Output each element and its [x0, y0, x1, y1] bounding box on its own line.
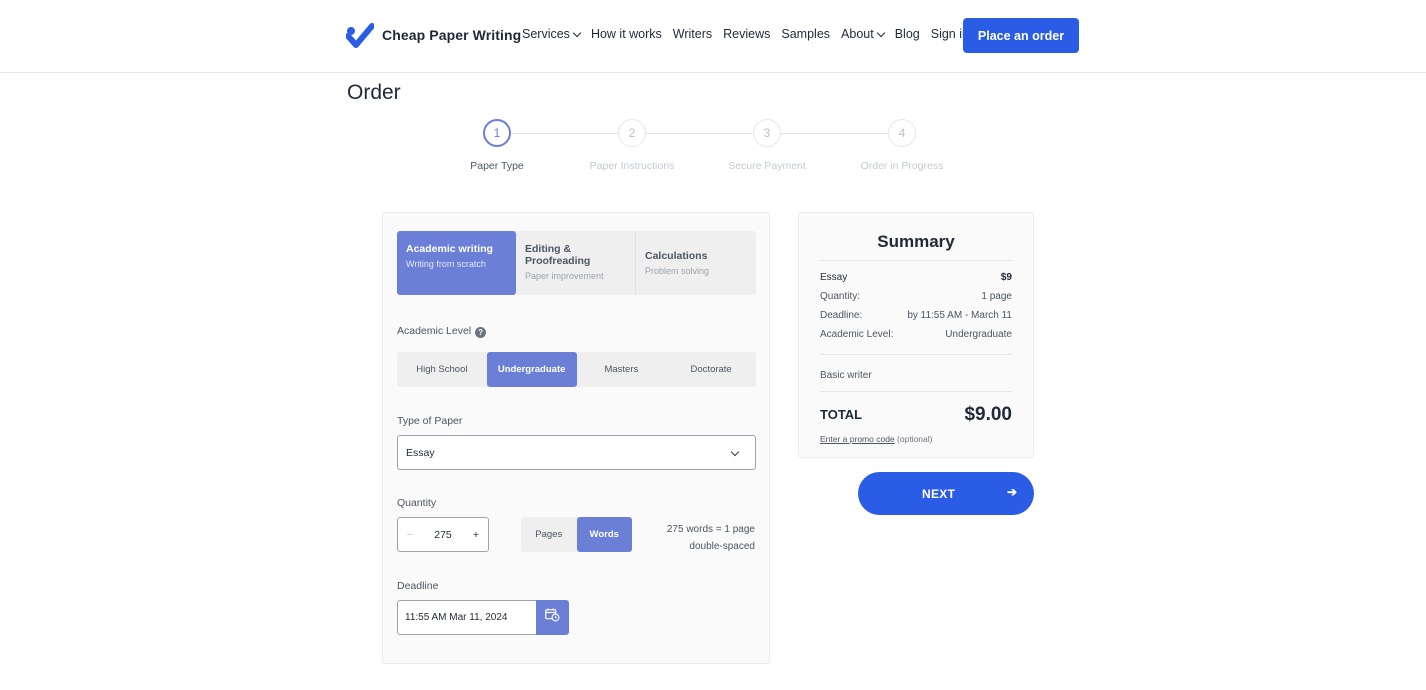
summary-row-academic-level: Academic Level: Undergraduate — [820, 329, 1012, 340]
unit-words[interactable]: Words — [576, 517, 632, 552]
total-value: $9.00 — [964, 404, 1012, 425]
level-high-school[interactable]: High School — [397, 352, 487, 387]
level-doctorate[interactable]: Doctorate — [666, 352, 756, 387]
note-line: double-spaced — [689, 541, 755, 552]
deadline-input[interactable]: 11:55 AM Mar 11, 2024 — [397, 600, 537, 635]
level-undergraduate[interactable]: Undergraduate — [486, 352, 577, 387]
site-header: Cheap Paper Writing Services How it work… — [0, 0, 1426, 73]
nav-label: About — [841, 27, 874, 41]
help-icon[interactable]: ? — [475, 327, 487, 338]
step-1-label: Paper Type — [470, 160, 524, 172]
quantity-label: Quantity — [397, 497, 437, 509]
step-connector — [781, 133, 888, 134]
divider — [820, 260, 1012, 261]
nav-label: How it works — [590, 27, 662, 41]
step-4-circle: 4 — [888, 119, 916, 147]
summary-row-paper: Essay $9 — [820, 272, 1012, 283]
paper-type-label: Type of Paper — [397, 415, 463, 427]
summary-row-quantity: Quantity: 1 page — [820, 291, 1012, 302]
calendar-button[interactable] — [536, 600, 569, 635]
nav-samples[interactable]: Samples — [781, 27, 830, 41]
brand-logo[interactable]: Cheap Paper Writing — [345, 22, 522, 48]
deadline-label: Deadline — [397, 580, 439, 592]
words-per-page-note: 275 words = 1 page double-spaced — [667, 521, 755, 555]
label-text: Academic Level — [397, 325, 472, 337]
writer-level: Basic writer — [820, 370, 872, 381]
tab-calculations[interactable]: Calculations Problem solving — [635, 231, 756, 295]
tab-editing-proofreading[interactable]: Editing & Proofreading Paper improvement — [516, 231, 635, 295]
summary-row-deadline: Deadline: by 11:55 AM - March 11 — [820, 310, 1012, 321]
nav-label: Services — [522, 27, 570, 41]
nav-writers[interactable]: Writers — [673, 27, 712, 41]
brand-name: Cheap Paper Writing — [382, 27, 522, 43]
tab-subtitle: Paper improvement — [525, 271, 604, 281]
nav-about[interactable]: About — [841, 27, 885, 41]
nav-blog[interactable]: Blog — [895, 27, 920, 41]
tab-subtitle: Problem solving — [645, 266, 710, 276]
level-masters[interactable]: Masters — [577, 352, 667, 387]
step-connector — [511, 133, 618, 134]
calendar-clock-icon — [545, 608, 560, 627]
tab-title: Calculations — [645, 250, 708, 262]
step-3-circle: 3 — [753, 119, 781, 147]
step-2-circle: 2 — [618, 119, 646, 147]
tab-academic-writing[interactable]: Academic writing Writing from scratch — [397, 231, 516, 295]
nav-label: Reviews — [723, 27, 771, 41]
arrow-right-icon: ➔ — [1006, 485, 1017, 499]
row-key: Deadline: — [820, 310, 863, 321]
nav-label: Samples — [781, 27, 831, 41]
row-key: Essay — [820, 272, 848, 283]
chevron-down-icon — [730, 447, 740, 457]
quantity-value[interactable]: 275 — [422, 529, 464, 541]
row-key: Academic Level: — [820, 329, 894, 340]
order-summary: Summary Essay $9 Quantity: 1 page Deadli… — [798, 212, 1034, 458]
next-button[interactable]: NEXT ➔ — [858, 472, 1034, 515]
row-value: $9 — [1000, 272, 1012, 283]
nav-services[interactable]: Services — [522, 27, 582, 41]
select-value: Essay — [406, 446, 435, 459]
row-value: by 11:55 AM - March 11 — [907, 310, 1012, 321]
step-3-label: Secure Payment — [728, 160, 806, 172]
increment-button[interactable]: + — [464, 529, 488, 541]
nav-label: Writers — [672, 27, 713, 41]
academic-level-selector: High School Undergraduate Masters Doctor… — [397, 352, 756, 387]
decrement-button[interactable]: − — [398, 529, 422, 541]
quantity-unit-toggle: Pages Words — [521, 517, 632, 552]
next-label: NEXT — [922, 487, 956, 501]
paper-type-select[interactable]: Essay — [397, 435, 756, 470]
tab-title: Academic writing — [406, 243, 493, 255]
order-form-card: Academic writing Writing from scratch Ed… — [382, 212, 770, 664]
checkmark-logo-icon — [345, 22, 375, 48]
service-type-tabs: Academic writing Writing from scratch Ed… — [397, 231, 756, 295]
nav-label: Blog — [894, 27, 920, 41]
step-1-circle: 1 — [483, 119, 511, 147]
academic-level-label: Academic Level? — [397, 325, 487, 338]
promo-optional-note: (optional) — [897, 434, 933, 444]
nav-reviews[interactable]: Reviews — [723, 27, 770, 41]
total-label: TOTAL — [820, 407, 863, 422]
tab-subtitle: Writing from scratch — [406, 259, 486, 269]
summary-title: Summary — [877, 232, 955, 251]
divider — [820, 391, 1012, 392]
chevron-down-icon — [572, 28, 582, 37]
nav-how-it-works[interactable]: How it works — [591, 27, 662, 41]
page-title: Order — [347, 81, 401, 104]
unit-pages[interactable]: Pages — [521, 517, 577, 552]
place-order-button[interactable]: Place an order — [963, 18, 1079, 53]
chevron-down-icon — [876, 28, 885, 37]
row-key: Quantity: — [820, 291, 861, 302]
row-value: Undergraduate — [945, 329, 1012, 340]
step-2-label: Paper Instructions — [589, 160, 675, 172]
quantity-stepper: − 275 + — [397, 517, 489, 552]
promo-code-row: Enter a promo code (optional) — [820, 434, 932, 444]
row-value: 1 page — [981, 291, 1012, 302]
step-connector — [646, 133, 753, 134]
tab-title: Editing & Proofreading — [525, 243, 591, 267]
promo-code-link[interactable]: Enter a promo code — [820, 434, 895, 444]
note-line: 275 words = 1 page — [666, 524, 755, 535]
divider — [820, 354, 1012, 355]
main-nav: Services How it works Writers Reviews Sa… — [522, 27, 969, 41]
step-4-label: Order in Progress — [860, 160, 944, 172]
